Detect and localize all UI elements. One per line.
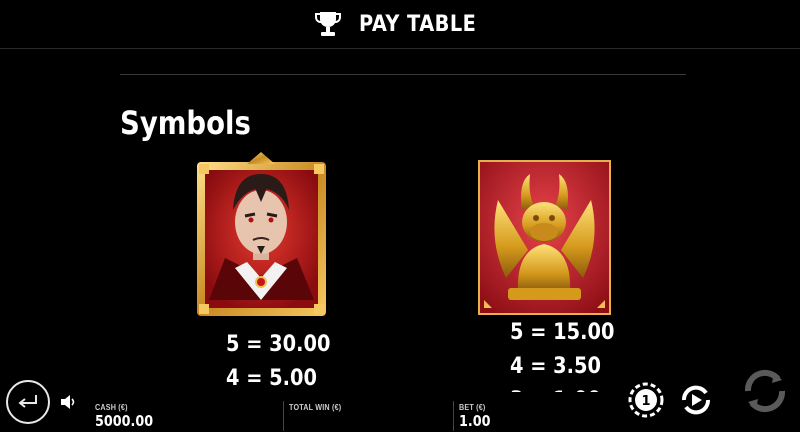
- vampire-symbol-icon: [197, 152, 326, 316]
- svg-text:1: 1: [641, 394, 650, 409]
- spin-button[interactable]: [738, 364, 792, 418]
- back-button[interactable]: [6, 380, 50, 424]
- bet-chip-button[interactable]: 1: [628, 382, 664, 418]
- bet-value: 1.00: [459, 412, 491, 430]
- payout-line: 5 = 30.00: [226, 332, 331, 357]
- return-arrow-icon: [18, 395, 37, 408]
- separator: [283, 401, 284, 431]
- cash-label: CASH (€): [95, 403, 128, 412]
- bet-label: BET (€): [459, 403, 486, 412]
- vampire-payouts: 5 = 30.00 4 = 5.00: [226, 328, 330, 396]
- divider: [120, 74, 686, 75]
- payout-line: 4 = 5.00: [226, 366, 317, 391]
- speaker-icon[interactable]: [59, 393, 77, 411]
- paytable-header: PAY TABLE: [0, 0, 800, 49]
- trophy-icon: [315, 12, 342, 36]
- section-title: Symbols: [120, 104, 251, 142]
- gargoyle-symbol-icon: [478, 160, 611, 315]
- autoplay-button[interactable]: [678, 382, 714, 418]
- page-title: PAY TABLE: [359, 11, 477, 37]
- payout-line: 4 = 3.50: [510, 354, 601, 379]
- total-win-label: TOTAL WIN (€): [289, 403, 342, 412]
- cash-value: 5000.00: [95, 412, 154, 430]
- payout-line: 5 = 15.00: [510, 320, 615, 345]
- separator: [453, 401, 454, 431]
